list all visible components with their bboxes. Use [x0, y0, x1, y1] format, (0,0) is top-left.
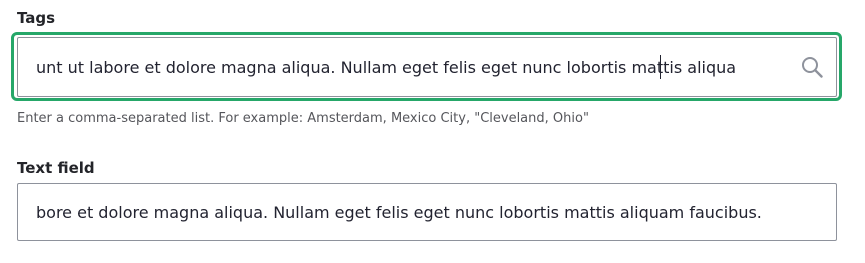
search-icon[interactable]: [801, 56, 823, 78]
tags-input[interactable]: unt ut labore et dolore magna aliqua. Nu…: [17, 37, 837, 97]
text-field-value: bore et dolore magna aliqua. Nullam eget…: [36, 202, 762, 222]
form: Tags unt ut labore et dolore magna aliqu…: [0, 0, 865, 263]
tags-input-value: unt ut labore et dolore magna aliqua. Nu…: [36, 57, 737, 77]
text-caret: [660, 55, 661, 79]
tags-input-viewport: unt ut labore et dolore magna aliqua. Nu…: [36, 38, 788, 96]
text-field-viewport: bore et dolore magna aliqua. Nullam eget…: [36, 184, 818, 240]
tags-label: Tags: [17, 9, 56, 27]
text-field-input[interactable]: bore et dolore magna aliqua. Nullam eget…: [17, 183, 837, 241]
text-field-label: Text field: [17, 159, 95, 177]
tags-description: Enter a comma-separated list. For exampl…: [17, 111, 589, 126]
